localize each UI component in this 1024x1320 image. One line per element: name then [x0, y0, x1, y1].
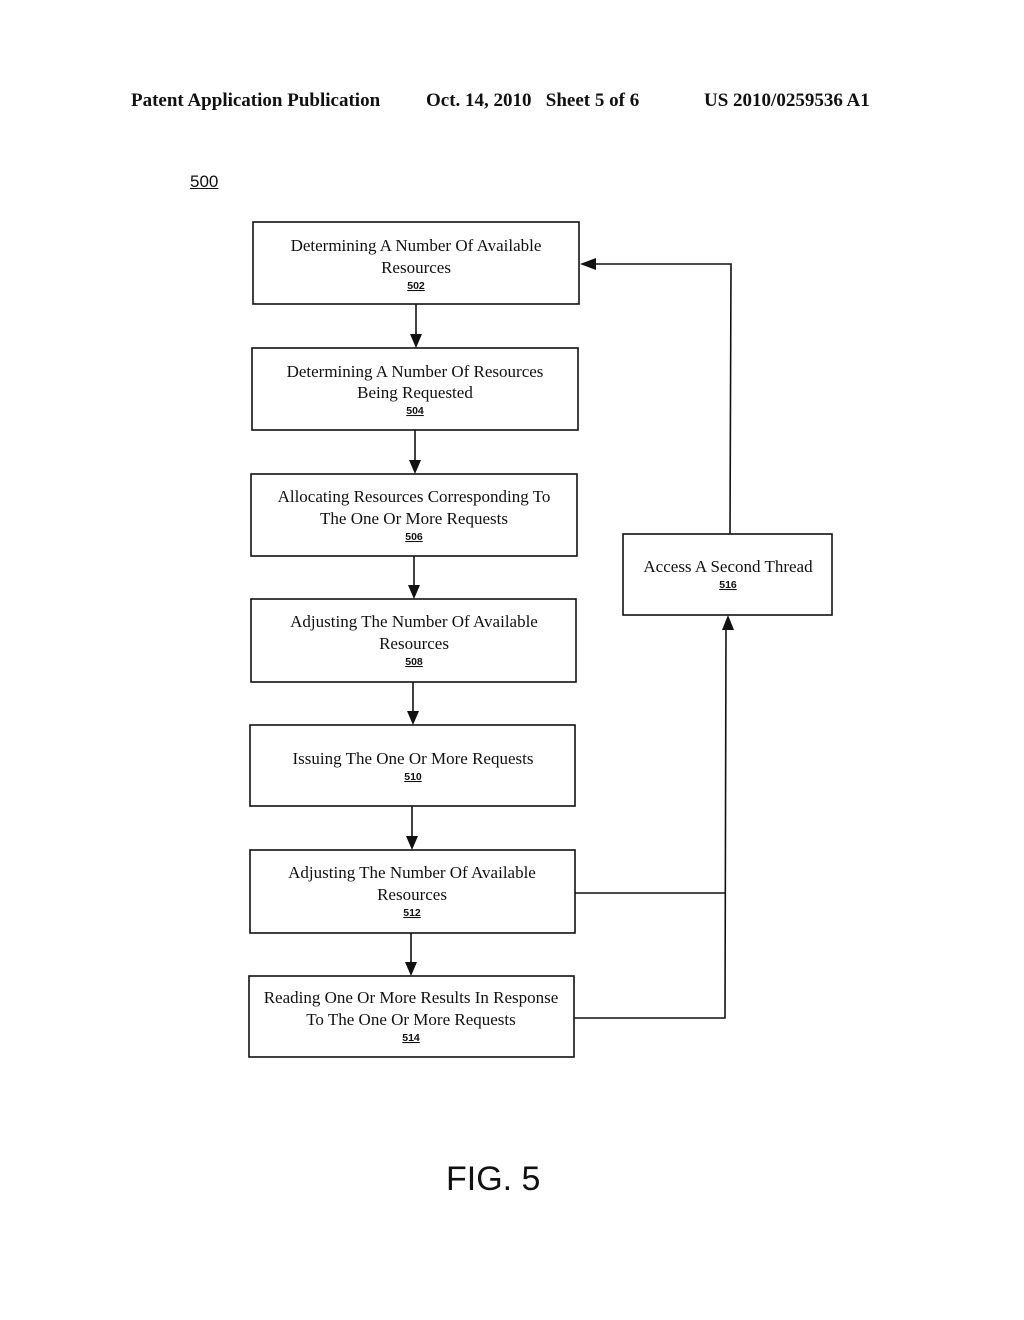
- step-reference-number: 508: [405, 656, 423, 668]
- step-label-line: Issuing The One Or More Requests: [293, 749, 534, 768]
- step-label-line: Being Requested: [357, 383, 473, 402]
- step-box-512: Adjusting The Number Of Available Resour…: [249, 849, 576, 934]
- step-reference-number: 514: [402, 1032, 420, 1044]
- arrowhead-icon: [408, 585, 420, 599]
- arrowhead-icon: [407, 711, 419, 725]
- step-label-line: Resources: [381, 258, 451, 277]
- step-reference-number: 506: [405, 531, 423, 543]
- step-box-504: Determining A Number Of Resources Being …: [251, 347, 579, 431]
- arrowhead-icon: [722, 615, 734, 630]
- arrowhead-icon: [410, 334, 422, 348]
- step-label-line: Access A Second Thread: [643, 557, 813, 576]
- step-box-510: Issuing The One Or More Requests 510: [249, 724, 576, 807]
- step-label-line: Allocating Resources Corresponding To: [278, 487, 551, 506]
- step-box-506: Allocating Resources Corresponding To Th…: [250, 473, 578, 557]
- step-box-502: Determining A Number Of Available Resour…: [252, 221, 580, 305]
- connector-516-502: [594, 263, 732, 535]
- connector-514-516: [574, 627, 727, 1019]
- step-label-line: Determining A Number Of Resources: [287, 362, 544, 381]
- step-reference-number: 510: [404, 771, 422, 783]
- arrowhead-icon: [405, 962, 417, 976]
- step-reference-number: 504: [406, 405, 424, 417]
- step-reference-number: 516: [719, 579, 737, 591]
- step-box-514: Reading One Or More Results In Response …: [248, 975, 575, 1058]
- arrowhead-icon: [409, 460, 421, 474]
- step-label-line: Adjusting The Number Of Available: [288, 863, 536, 882]
- arrowhead-icon: [580, 258, 596, 270]
- step-reference-number: 512: [403, 907, 421, 919]
- step-label-line: Adjusting The Number Of Available: [290, 612, 538, 631]
- arrowhead-icon: [406, 836, 418, 850]
- step-box-508: Adjusting The Number Of Available Resour…: [250, 598, 577, 683]
- flowchart: Determining A Number Of Available Resour…: [248, 221, 833, 1058]
- step-label-line: Resources: [377, 885, 447, 904]
- step-label-line: Reading One Or More Results In Response: [264, 988, 559, 1007]
- figure-caption: FIG. 5: [446, 1160, 541, 1198]
- step-label-line: The One Or More Requests: [320, 509, 508, 528]
- step-box-516: Access A Second Thread 516: [622, 533, 833, 616]
- step-label-line: Resources: [379, 634, 449, 653]
- step-reference-number: 502: [407, 280, 425, 292]
- step-label-line: Determining A Number Of Available: [291, 236, 542, 255]
- step-label-line: To The One Or More Requests: [306, 1010, 516, 1029]
